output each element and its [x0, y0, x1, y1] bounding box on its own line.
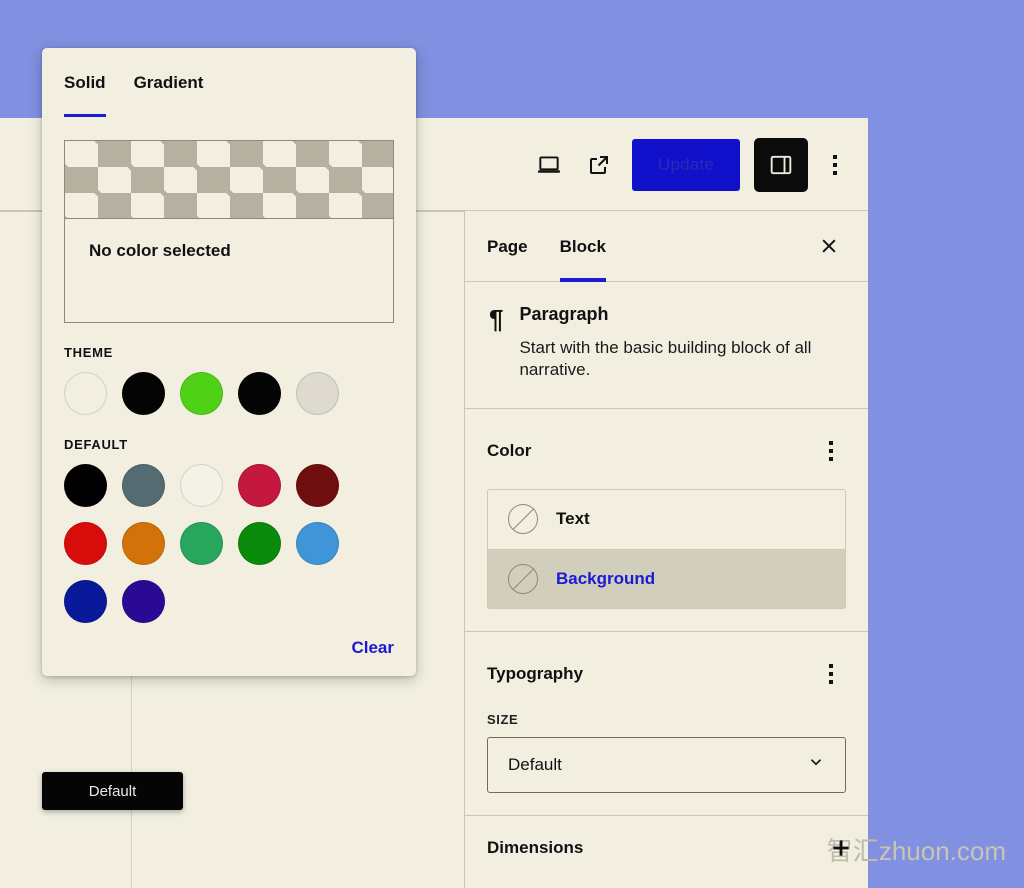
paragraph-pilcrow-icon: ¶ — [489, 304, 504, 334]
theme-swatch-grid — [42, 372, 416, 415]
clear-row: Clear — [351, 638, 394, 658]
dimensions-section-header: Dimensions — [487, 838, 846, 858]
none-selected-icon — [508, 563, 538, 594]
sidebar-tabs: Page Block — [465, 211, 868, 282]
no-color-selected-label: No color selected — [89, 241, 231, 260]
theme-swatch-0[interactable] — [64, 372, 107, 415]
tooltip-default: Default — [42, 772, 183, 810]
dimensions-section: Dimensions — [465, 816, 868, 880]
toolbar-more-icon[interactable] — [820, 145, 850, 185]
tab-page[interactable]: Page — [487, 211, 528, 282]
color-row-text[interactable]: Text — [488, 490, 845, 549]
watermark-en: zhuon.com — [878, 836, 1006, 866]
color-picker-popover: Solid Gradient No color selected THEME D… — [42, 48, 416, 676]
font-size-value: Default — [508, 754, 562, 774]
theme-swatch-3[interactable] — [238, 372, 281, 415]
dimensions-section-title: Dimensions — [487, 837, 584, 857]
theme-swatch-2[interactable] — [180, 372, 223, 415]
color-options-list: Text Background — [487, 488, 846, 609]
transparency-checkerboard — [65, 141, 393, 219]
tab-solid[interactable]: Solid — [64, 48, 106, 117]
default-swatch-10[interactable] — [64, 580, 107, 623]
plus-icon[interactable] — [828, 835, 854, 866]
color-section-more-icon[interactable] — [816, 431, 846, 471]
toolbar-actions: Update — [524, 118, 850, 211]
typography-section-more-icon[interactable] — [816, 654, 846, 694]
theme-group-label: THEME — [64, 345, 113, 360]
default-swatch-2[interactable] — [180, 464, 223, 507]
size-field-label: SIZE — [487, 711, 519, 727]
block-info-card: ¶ Paragraph Start with the basic buildin… — [465, 282, 868, 409]
chevron-down-icon — [807, 753, 825, 776]
clear-button[interactable]: Clear — [351, 638, 394, 658]
font-size-select[interactable]: Default — [487, 736, 846, 793]
default-swatch-0[interactable] — [64, 464, 107, 507]
color-section: Color Text Background — [465, 409, 868, 632]
typography-section-title: Typography — [487, 663, 584, 683]
sidebar-toggle-icon[interactable] — [754, 137, 808, 192]
default-swatch-3[interactable] — [238, 464, 281, 507]
color-section-header: Color — [487, 431, 846, 471]
default-swatch-8[interactable] — [238, 522, 281, 565]
default-swatch-grid — [42, 464, 416, 623]
default-swatch-7[interactable] — [180, 522, 223, 565]
tab-block[interactable]: Block — [559, 211, 607, 282]
default-swatch-4[interactable] — [296, 464, 339, 507]
color-preview-box: No color selected — [64, 140, 394, 323]
update-button[interactable]: Update — [631, 138, 740, 191]
color-row-background[interactable]: Background — [488, 548, 845, 608]
tab-gradient[interactable]: Gradient — [134, 48, 204, 117]
color-row-label: Text — [556, 509, 590, 529]
block-title: Paragraph — [519, 304, 609, 324]
theme-swatch-4[interactable] — [296, 372, 339, 415]
theme-swatch-1[interactable] — [122, 372, 165, 415]
block-description: Start with the basic building block of a… — [519, 338, 812, 380]
default-swatch-11[interactable] — [122, 580, 165, 623]
default-swatch-1[interactable] — [122, 464, 165, 507]
default-swatch-5[interactable] — [64, 522, 107, 565]
laptop-preview-icon[interactable] — [524, 140, 574, 190]
external-link-icon[interactable] — [574, 140, 624, 190]
settings-sidebar: Page Block ¶ Paragraph Start with the ba… — [464, 211, 868, 888]
typography-section: Typography SIZE Default — [465, 632, 868, 816]
default-swatch-9[interactable] — [296, 522, 339, 565]
color-section-title: Color — [487, 440, 532, 460]
color-row-label: Background — [556, 568, 656, 588]
tooltip-label: Default — [88, 782, 137, 800]
color-picker-tabs: Solid Gradient — [42, 48, 416, 117]
none-selected-icon — [508, 504, 538, 535]
default-swatch-6[interactable] — [122, 522, 165, 565]
default-group-label: DEFAULT — [64, 437, 128, 452]
typography-section-header: Typography — [487, 654, 846, 694]
close-icon[interactable] — [812, 229, 846, 263]
